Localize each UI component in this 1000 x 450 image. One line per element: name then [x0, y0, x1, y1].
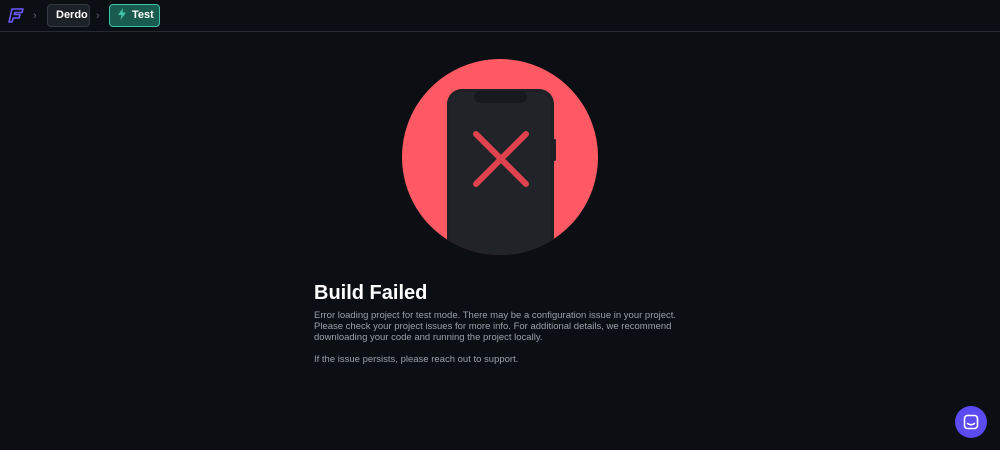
chat-button[interactable] — [955, 406, 987, 438]
chevron-right-icon: › — [96, 10, 100, 22]
top-bar: › Derdo › Test — [0, 0, 1000, 32]
phone-error-icon — [402, 59, 598, 255]
breadcrumb-project-label: Derdo — [56, 9, 88, 21]
page-title: Build Failed — [314, 282, 428, 304]
bolt-icon — [118, 8, 126, 20]
chat-icon — [963, 414, 979, 430]
breadcrumb-test-mode[interactable]: Test — [109, 4, 160, 27]
breadcrumb-project[interactable]: Derdo — [47, 4, 90, 27]
support-message: If the issue persists, please reach out … — [314, 354, 519, 365]
flutterflow-logo-icon[interactable] — [8, 6, 26, 24]
error-message: Error loading project for test mode. The… — [314, 310, 677, 343]
chevron-right-icon: › — [33, 10, 37, 22]
breadcrumb-test-label: Test — [132, 9, 154, 21]
